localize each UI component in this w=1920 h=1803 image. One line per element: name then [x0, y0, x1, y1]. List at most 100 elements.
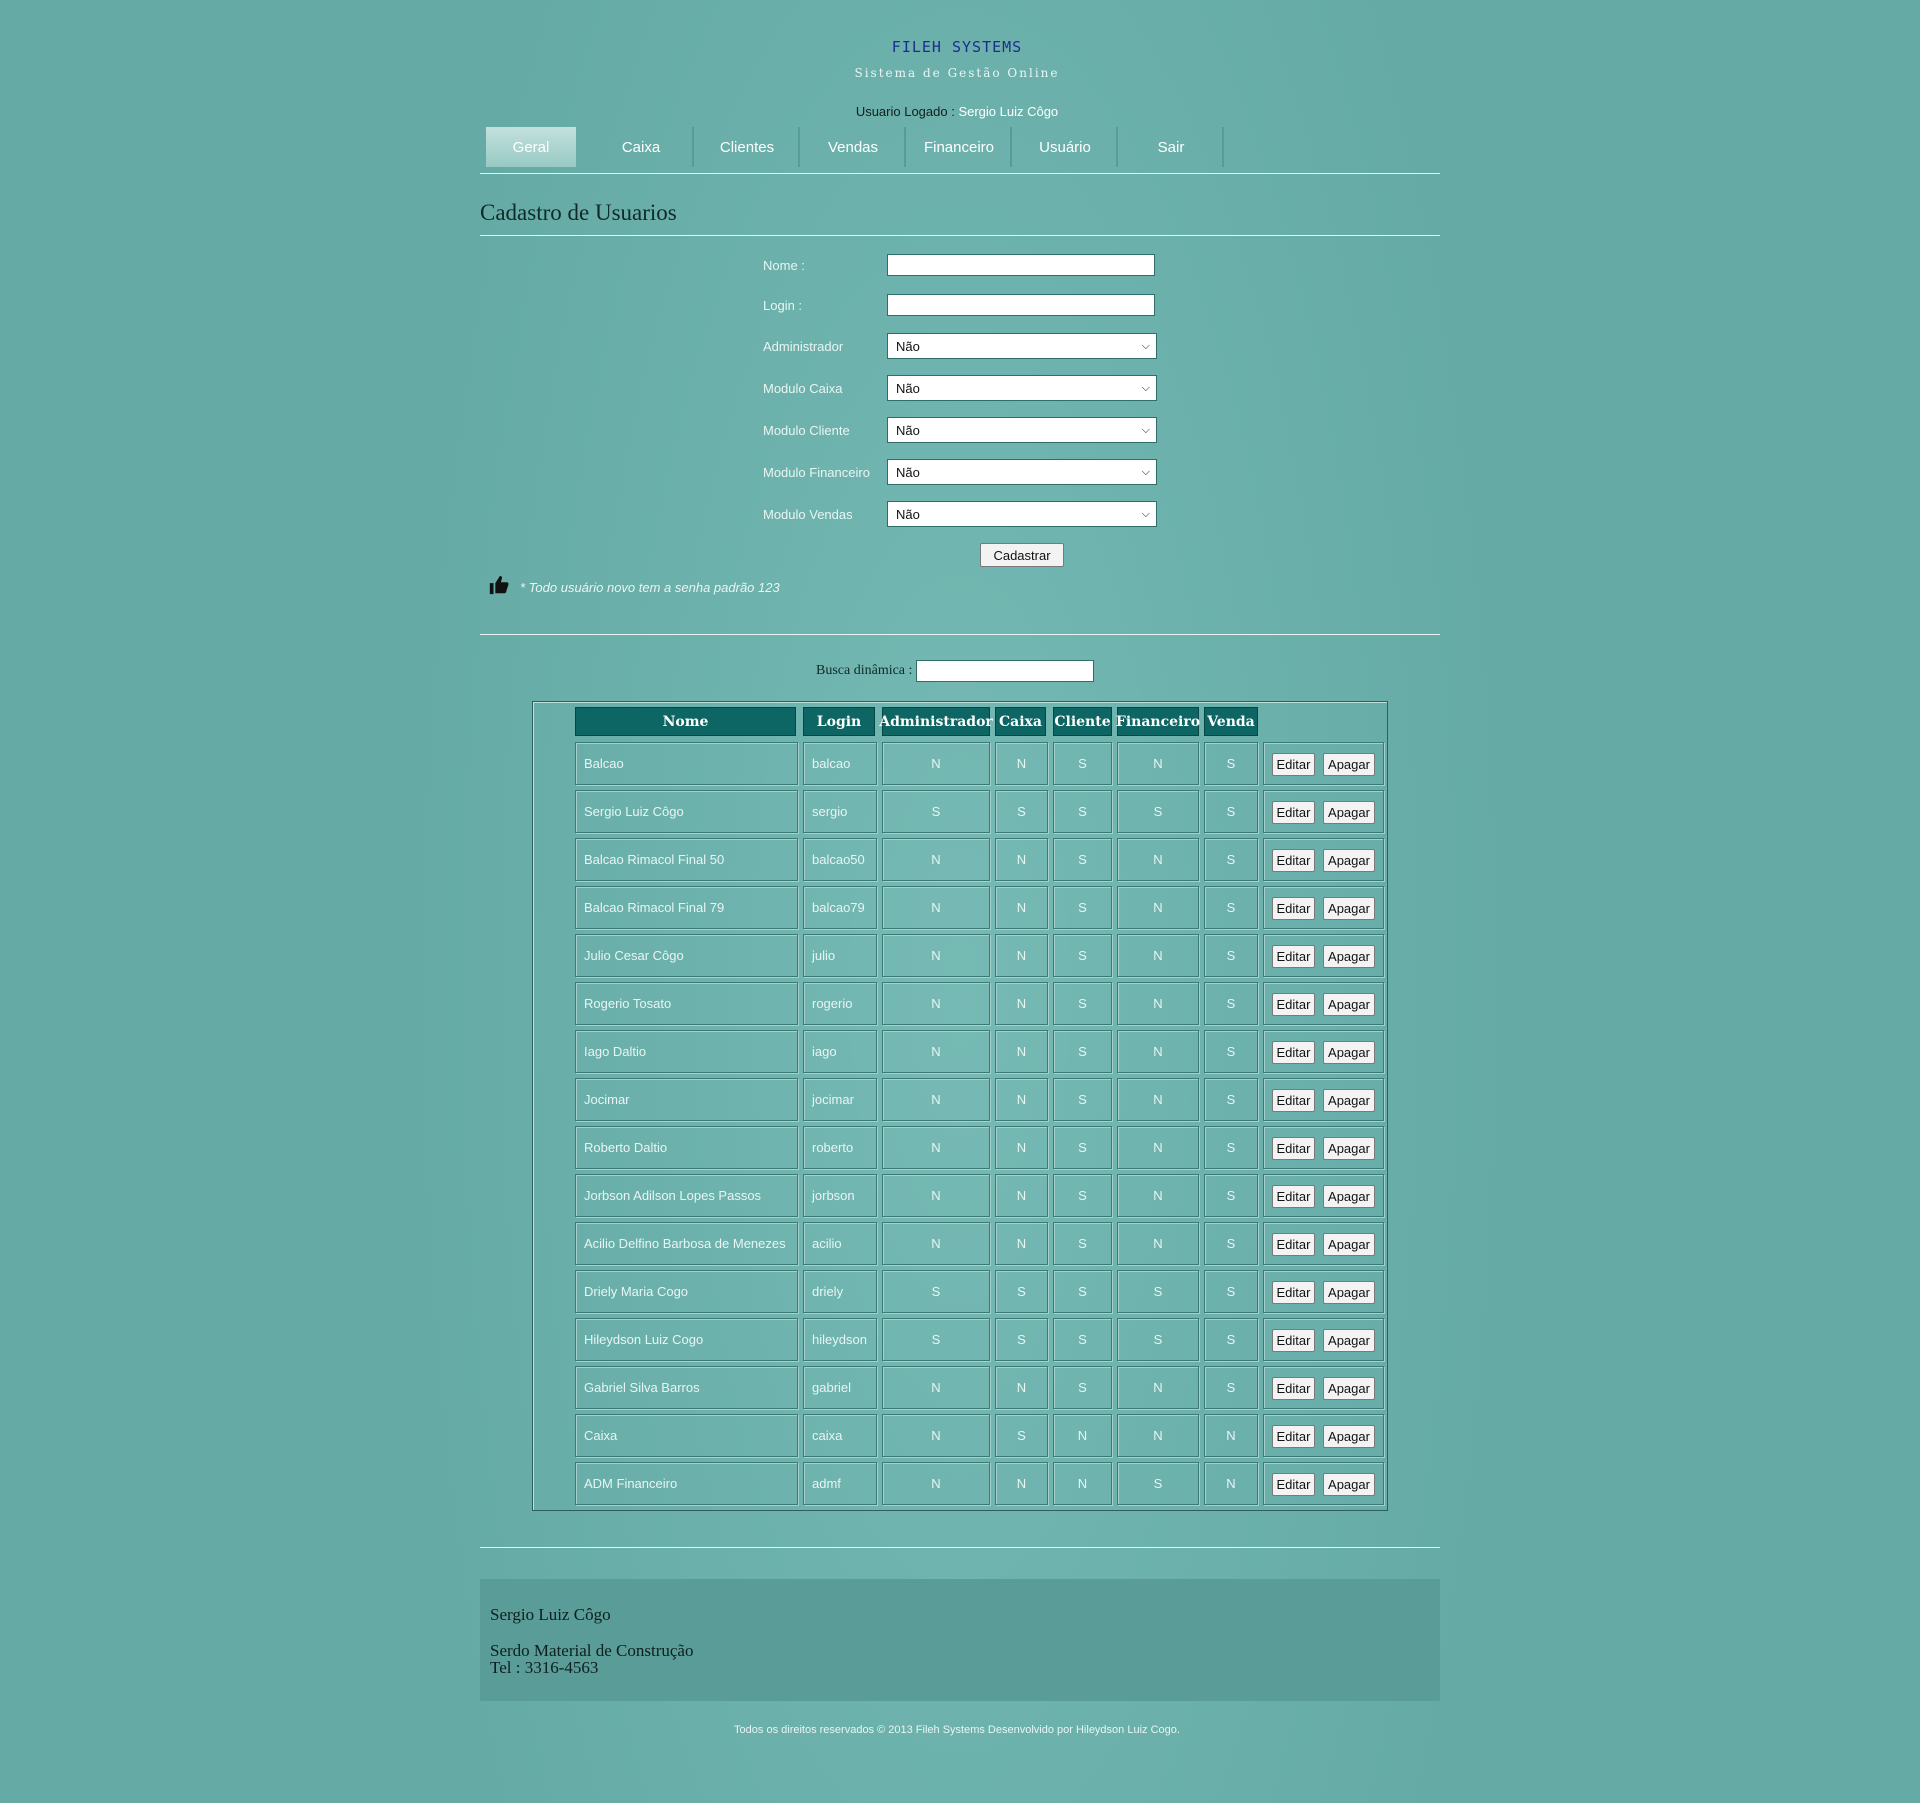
edit-button[interactable]: Editar — [1272, 1281, 1315, 1304]
nav-geral[interactable]: Geral — [486, 127, 576, 167]
administrador-select[interactable]: Não ⌵ — [887, 333, 1157, 359]
default-password-note: * Todo usuário novo tem a senha padrão 1… — [488, 574, 780, 600]
nav-sair[interactable]: Sair — [1120, 127, 1224, 167]
cell-cliente: S — [1053, 1174, 1112, 1217]
row-actions: Editar Apagar — [1263, 1462, 1384, 1505]
column-header-administrador: Administrador — [879, 707, 993, 736]
divider — [480, 235, 1440, 236]
cell-administrador: N — [882, 934, 990, 977]
edit-button[interactable]: Editar — [1272, 945, 1315, 968]
cell-caixa: S — [995, 1318, 1048, 1361]
cell-nome: Balcao Rimacol Final 50 — [575, 838, 798, 881]
delete-button[interactable]: Apagar — [1323, 1473, 1375, 1496]
row-actions: Editar Apagar — [1263, 1126, 1384, 1169]
modulo-cliente-select[interactable]: Não ⌵ — [887, 417, 1157, 443]
delete-button[interactable]: Apagar — [1323, 1185, 1375, 1208]
cell-caixa: N — [995, 1462, 1048, 1505]
cell-nome: ADM Financeiro — [575, 1462, 798, 1505]
nav-caixa[interactable]: Caixa — [590, 127, 694, 167]
cell-venda: S — [1204, 1126, 1258, 1169]
column-header-cliente: Cliente — [1053, 707, 1112, 736]
cell-administrador: S — [882, 1318, 990, 1361]
nav-financeiro[interactable]: Financeiro — [908, 127, 1012, 167]
edit-button[interactable]: Editar — [1272, 849, 1315, 872]
delete-button[interactable]: Apagar — [1323, 1377, 1375, 1400]
page-title: Cadastro de Usuarios — [480, 200, 677, 225]
cell-administrador: N — [882, 742, 990, 785]
cell-venda: S — [1204, 838, 1258, 881]
cell-venda: S — [1204, 1078, 1258, 1121]
edit-button[interactable]: Editar — [1272, 1425, 1315, 1448]
cell-cliente: S — [1053, 934, 1112, 977]
delete-button[interactable]: Apagar — [1323, 1281, 1375, 1304]
edit-button[interactable]: Editar — [1272, 897, 1315, 920]
edit-button[interactable]: Editar — [1272, 801, 1315, 824]
cadastrar-button[interactable]: Cadastrar — [980, 543, 1064, 567]
cell-financeiro: S — [1117, 1270, 1199, 1313]
edit-button[interactable]: Editar — [1272, 1089, 1315, 1112]
edit-button[interactable]: Editar — [1272, 1137, 1315, 1160]
edit-button[interactable]: Editar — [1272, 1233, 1315, 1256]
modulo-vendas-select[interactable]: Não ⌵ — [887, 501, 1157, 527]
divider — [480, 1547, 1440, 1548]
delete-button[interactable]: Apagar — [1323, 1089, 1375, 1112]
nav-vendas[interactable]: Vendas — [802, 127, 906, 167]
chevron-down-icon: ⌵ — [1141, 339, 1150, 352]
cell-nome: Jorbson Adilson Lopes Passos — [575, 1174, 798, 1217]
select-value: Não — [896, 506, 920, 522]
delete-button[interactable]: Apagar — [1323, 801, 1375, 824]
search-label: Busca dinâmica : — [816, 663, 913, 678]
edit-button[interactable]: Editar — [1272, 1185, 1315, 1208]
cell-financeiro: N — [1117, 982, 1199, 1025]
cell-caixa: N — [995, 934, 1048, 977]
nome-input[interactable] — [887, 254, 1155, 276]
cell-financeiro: N — [1117, 1366, 1199, 1409]
chevron-down-icon: ⌵ — [1141, 381, 1150, 394]
form-row-modulo-vendas: Modulo Vendas Não ⌵ — [763, 501, 1157, 527]
cell-nome: Gabriel Silva Barros — [575, 1366, 798, 1409]
delete-button[interactable]: Apagar — [1323, 753, 1375, 776]
column-header-nome: Nome — [575, 707, 796, 736]
edit-button[interactable]: Editar — [1272, 1377, 1315, 1400]
edit-button[interactable]: Editar — [1272, 753, 1315, 776]
modulo-caixa-select[interactable]: Não ⌵ — [887, 375, 1157, 401]
column-header-login: Login — [803, 707, 875, 736]
edit-button[interactable]: Editar — [1272, 1473, 1315, 1496]
modulo-financeiro-select[interactable]: Não ⌵ — [887, 459, 1157, 485]
delete-button[interactable]: Apagar — [1323, 993, 1375, 1016]
delete-button[interactable]: Apagar — [1323, 897, 1375, 920]
cell-administrador: N — [882, 1174, 990, 1217]
cell-venda: S — [1204, 934, 1258, 977]
delete-button[interactable]: Apagar — [1323, 1329, 1375, 1352]
page: FILEH SYSTEMS Sistema de Gestão Online U… — [480, 0, 1440, 1803]
nav-clientes[interactable]: Clientes — [696, 127, 800, 167]
cell-financeiro: N — [1117, 934, 1199, 977]
cell-cliente: S — [1053, 1030, 1112, 1073]
cell-financeiro: N — [1117, 886, 1199, 929]
cell-login: jocimar — [803, 1078, 877, 1121]
cell-login: admf — [803, 1462, 877, 1505]
edit-button[interactable]: Editar — [1272, 993, 1315, 1016]
row-actions: Editar Apagar — [1263, 1414, 1384, 1457]
delete-button[interactable]: Apagar — [1323, 849, 1375, 872]
cell-financeiro: N — [1117, 1126, 1199, 1169]
cell-caixa: S — [995, 790, 1048, 833]
search-input[interactable] — [916, 660, 1095, 682]
nav-usuario[interactable]: Usuário — [1014, 127, 1118, 167]
delete-button[interactable]: Apagar — [1323, 1233, 1375, 1256]
delete-button[interactable]: Apagar — [1323, 1425, 1375, 1448]
row-actions: Editar Apagar — [1263, 1318, 1384, 1361]
delete-button[interactable]: Apagar — [1323, 945, 1375, 968]
login-input[interactable] — [887, 294, 1155, 316]
cell-financeiro: N — [1117, 1030, 1199, 1073]
main-nav: Geral Caixa Clientes Vendas Financeiro U… — [486, 127, 1226, 169]
cell-login: roberto — [803, 1126, 877, 1169]
delete-button[interactable]: Apagar — [1323, 1137, 1375, 1160]
delete-button[interactable]: Apagar — [1323, 1041, 1375, 1064]
cell-financeiro: S — [1117, 1462, 1199, 1505]
edit-button[interactable]: Editar — [1272, 1329, 1315, 1352]
chevron-down-icon: ⌵ — [1141, 507, 1150, 520]
cell-nome: Acilio Delfino Barbosa de Menezes — [575, 1222, 798, 1265]
edit-button[interactable]: Editar — [1272, 1041, 1315, 1064]
cell-nome: Balcao — [575, 742, 798, 785]
